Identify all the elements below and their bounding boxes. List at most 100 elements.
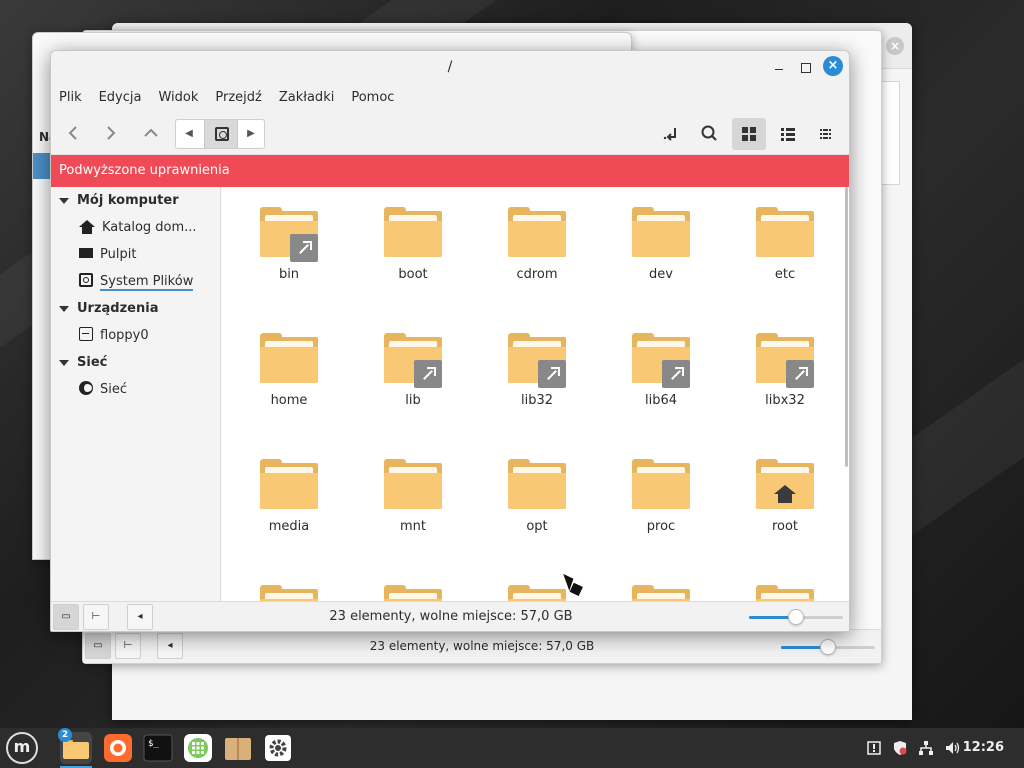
back-button[interactable] bbox=[59, 119, 87, 147]
menu-bookmarks[interactable]: Zakładki bbox=[279, 90, 334, 105]
folder-item[interactable]: media bbox=[234, 439, 344, 549]
expander-icon bbox=[59, 359, 69, 366]
folder-item[interactable]: bin bbox=[234, 187, 344, 297]
expander-icon bbox=[59, 197, 69, 204]
folder-item[interactable]: opt bbox=[482, 439, 592, 549]
zoom-slider[interactable] bbox=[749, 609, 843, 625]
sidebar-item-network[interactable]: Sieć bbox=[51, 376, 220, 403]
folder-item[interactable]: proc bbox=[606, 439, 716, 549]
folder-icon bbox=[632, 459, 690, 509]
folder-item[interactable]: lib bbox=[358, 313, 468, 423]
taskbar-firefox[interactable] bbox=[102, 732, 134, 764]
zoom-slider[interactable] bbox=[781, 639, 875, 655]
folder-name: root bbox=[771, 519, 799, 534]
grid-icon bbox=[742, 127, 756, 141]
menu-view[interactable]: Widok bbox=[158, 90, 198, 105]
sidebar-section-network[interactable]: Sieć bbox=[51, 349, 220, 376]
menu-button[interactable] bbox=[6, 732, 38, 764]
elevated-privileges-banner: Podwyższone uprawnienia bbox=[51, 155, 849, 187]
taskbar-settings[interactable] bbox=[262, 732, 294, 764]
clock[interactable]: 12:26 bbox=[963, 740, 1004, 755]
filesystem-icon bbox=[215, 127, 229, 141]
chevron-left-icon bbox=[68, 126, 77, 140]
folder-item-partial[interactable] bbox=[730, 565, 840, 603]
folder-item[interactable]: home bbox=[234, 313, 344, 423]
sidebar-item-filesystem[interactable]: System Plików bbox=[51, 268, 220, 295]
folder-item[interactable]: etc bbox=[730, 187, 840, 297]
folder-item[interactable]: mnt bbox=[358, 439, 468, 549]
sidebar-item-desktop[interactable]: Pulpit bbox=[51, 241, 220, 268]
folder-item-partial[interactable] bbox=[606, 565, 716, 603]
places-sidebar: Mój komputer Katalog dom... Pulpit Syste… bbox=[51, 187, 221, 603]
folder-item[interactable]: lib32 bbox=[482, 313, 592, 423]
expander-icon bbox=[59, 305, 69, 312]
folder-item[interactable]: cdrom bbox=[482, 187, 592, 297]
file-manager-window[interactable]: / × Plik Edycja Widok Przejdź Zakładki P… bbox=[50, 50, 850, 632]
firefox-icon bbox=[104, 734, 132, 762]
menu-go[interactable]: Przejdź bbox=[215, 90, 261, 105]
status-bar: ▭ ⊢ ◂ 23 elementy, wolne miejsce: 57,0 G… bbox=[83, 629, 881, 663]
network-icon[interactable] bbox=[918, 740, 934, 756]
zoom-slider-knob[interactable] bbox=[788, 609, 804, 625]
sidebar-section-devices[interactable]: Urządzenia bbox=[51, 295, 220, 322]
zoom-slider-knob[interactable] bbox=[820, 639, 836, 655]
folder-item[interactable]: lib64 bbox=[606, 313, 716, 423]
search-button[interactable] bbox=[693, 118, 727, 150]
close-button[interactable]: × bbox=[823, 56, 843, 76]
shield-icon[interactable] bbox=[892, 740, 908, 756]
minimize-button[interactable] bbox=[769, 57, 789, 77]
status-text: 23 elementy, wolne miejsce: 57,0 GB bbox=[369, 639, 595, 653]
taskbar-update-manager[interactable] bbox=[182, 732, 214, 764]
status-bar: ▭ ⊢ ◂ 23 elementy, wolne miejsce: 57,0 G… bbox=[51, 601, 849, 631]
symlink-arrow-icon bbox=[662, 360, 690, 388]
folder-item-partial[interactable] bbox=[234, 565, 344, 603]
taskbar-terminal[interactable]: $_ bbox=[142, 732, 174, 764]
folder-name: lib64 bbox=[644, 393, 678, 408]
selected-row bbox=[33, 153, 51, 179]
up-button[interactable] bbox=[137, 119, 165, 147]
taskbar-file-manager[interactable]: 2 bbox=[58, 728, 92, 768]
menu-file[interactable]: Plik bbox=[59, 90, 82, 105]
folder-name: libx32 bbox=[765, 393, 805, 408]
path-root-button[interactable] bbox=[204, 120, 238, 148]
folder-name: bin bbox=[278, 267, 300, 282]
symlink-arrow-icon bbox=[786, 360, 814, 388]
symlink-arrow-icon bbox=[414, 360, 442, 388]
sidebar-section-my-computer[interactable]: Mój komputer bbox=[51, 187, 220, 214]
menu-edit[interactable]: Edycja bbox=[99, 90, 142, 105]
path-scroll-right-button[interactable]: ▶ bbox=[238, 120, 264, 148]
title-bar[interactable]: / × bbox=[51, 51, 849, 83]
folder-item[interactable]: root bbox=[730, 439, 840, 549]
path-scroll-left-button[interactable]: ◀ bbox=[176, 120, 202, 148]
folder-icon bbox=[384, 207, 442, 257]
sidebar-item-floppy[interactable]: floppy0 bbox=[51, 322, 220, 349]
forward-button[interactable] bbox=[97, 119, 125, 147]
folder-name: media bbox=[268, 519, 310, 534]
folder-icon bbox=[260, 459, 318, 509]
volume-icon[interactable] bbox=[944, 740, 960, 756]
sidebar-item-home[interactable]: Katalog dom... bbox=[51, 214, 220, 241]
maximize-button[interactable] bbox=[795, 57, 815, 77]
folder-item[interactable]: boot bbox=[358, 187, 468, 297]
menu-help[interactable]: Pomoc bbox=[351, 90, 394, 105]
close-button[interactable]: × bbox=[886, 37, 904, 55]
taskbar-archive[interactable] bbox=[222, 732, 254, 764]
svg-text:$_: $_ bbox=[148, 739, 159, 749]
folder-name: mnt bbox=[400, 519, 426, 534]
list-view-button[interactable] bbox=[771, 118, 805, 150]
floppy-icon bbox=[79, 327, 93, 341]
toggle-location-button[interactable] bbox=[655, 118, 689, 150]
folder-item[interactable]: libx32 bbox=[730, 313, 840, 423]
folder-name: boot bbox=[398, 267, 428, 282]
vertical-scrollbar[interactable] bbox=[845, 187, 848, 467]
icon-view-button[interactable] bbox=[732, 118, 766, 150]
compact-view-button[interactable] bbox=[809, 118, 843, 150]
folder-item-partial[interactable] bbox=[358, 565, 468, 603]
file-view[interactable]: bin boot cdrom dev etc home lib lib32 lib64 libx3… bbox=[222, 187, 849, 603]
folder-name: etc bbox=[774, 267, 796, 282]
notification-icon[interactable] bbox=[866, 740, 882, 756]
terminal-icon: $_ bbox=[143, 734, 173, 762]
compact-list-icon bbox=[820, 129, 831, 139]
network-icon bbox=[79, 381, 93, 395]
folder-item[interactable]: dev bbox=[606, 187, 716, 297]
